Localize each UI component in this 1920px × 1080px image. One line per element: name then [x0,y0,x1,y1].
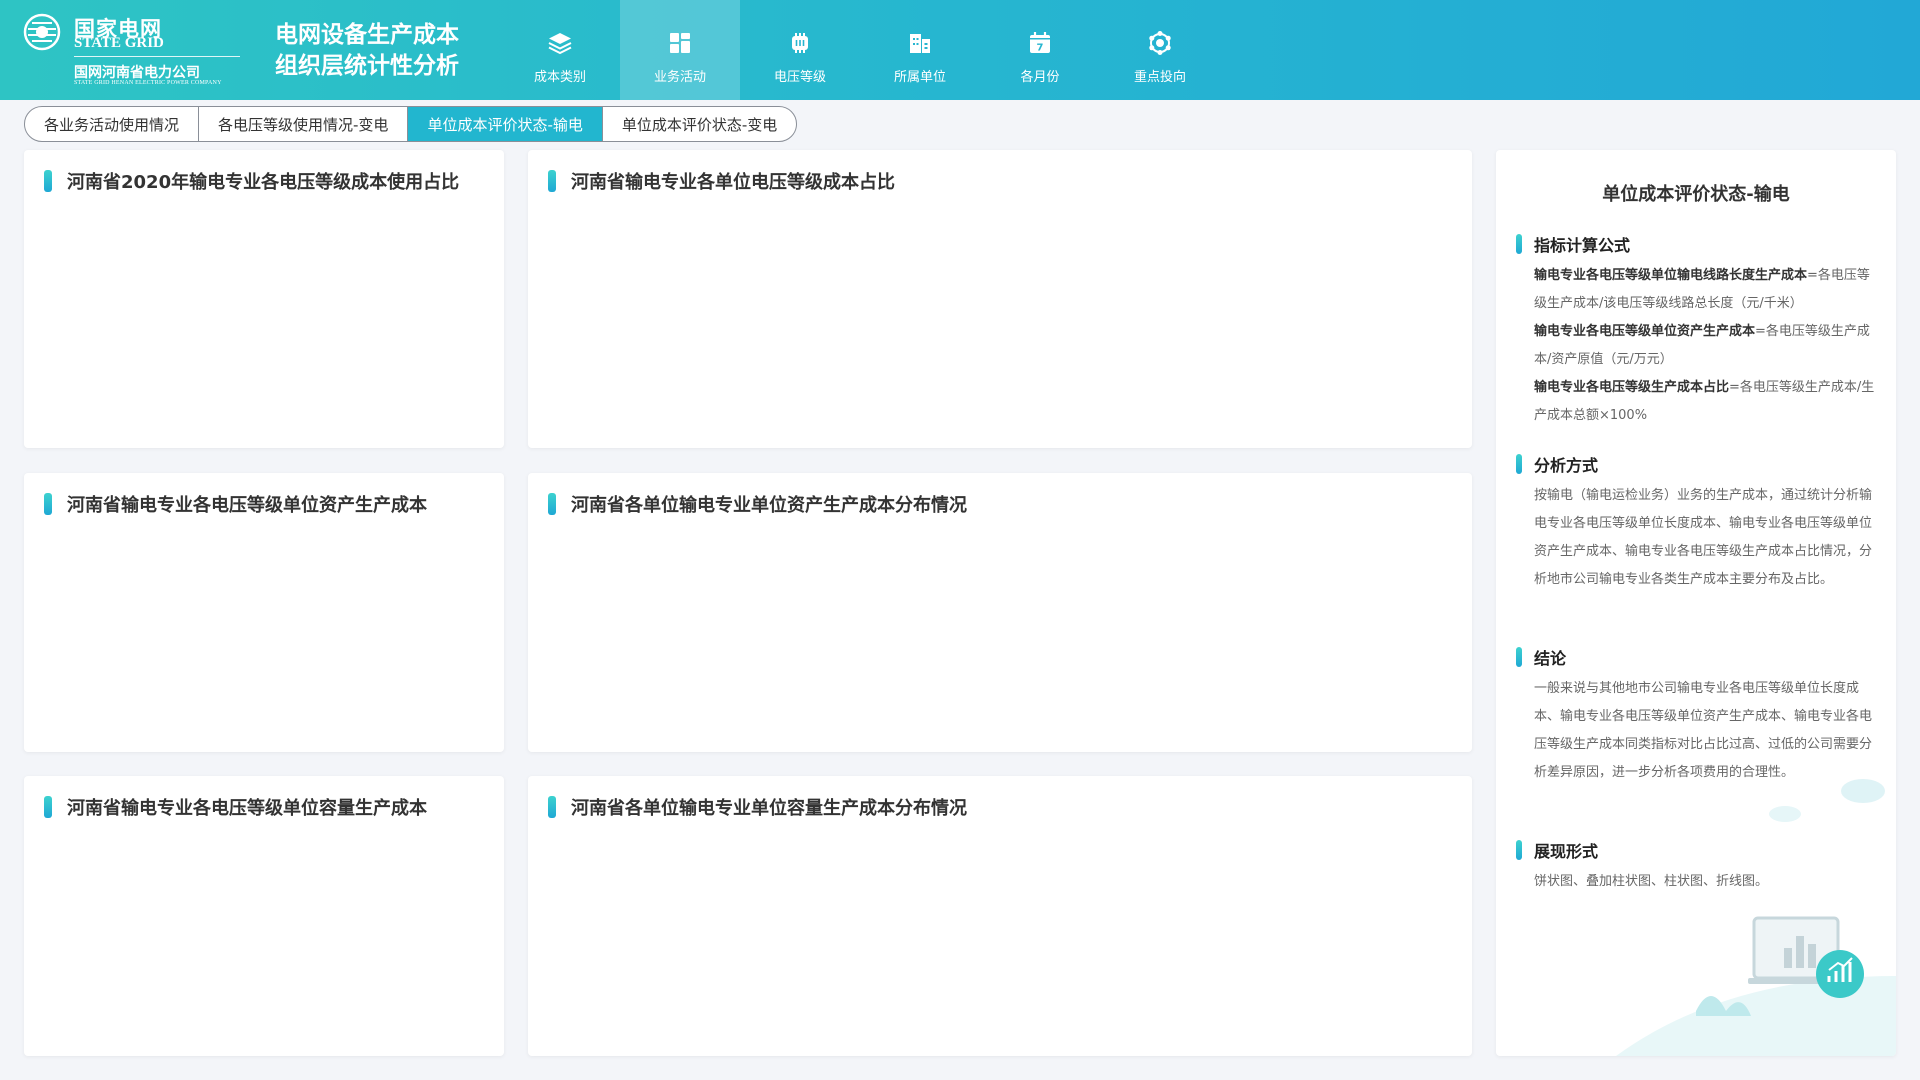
nav-item-affiliated-unit[interactable]: 所属单位 [860,0,980,100]
section-conclusion: 结论 一般来说与其他地市公司输电专业各电压等级单位长度成本、输电专业各电压等级单… [1516,645,1876,787]
panel-title: 单位成本评价状态-输电 [1602,184,1790,205]
state-grid-logo[interactable]: 国家电网 STATE GRID 国网河南省电力公司 STATE GRID HEN… [22,12,242,88]
title-accent-bar [44,493,52,515]
nav-item-key-investment[interactable]: 重点投向 [1100,0,1220,100]
formula-item: 输电专业各电压等级单位输电线路长度生产成本=各电压等级生产成本/该电压等级线路总… [1534,262,1876,318]
calendar-day: 7 [1037,43,1044,54]
state-grid-emblem-icon [23,13,61,51]
section-display-form: 展现形式 饼状图、叠加柱状图、柱状图、折线图。 [1516,838,1876,896]
analytics-illustration [1616,779,1896,1056]
hub-icon [1149,31,1171,55]
app-title: 电网设备生产成本 组织层统计性分析 [275,20,459,82]
formula-term: 输电专业各电压等级单位资产生产成本 [1534,324,1756,339]
app-title-line1: 电网设备生产成本 [275,22,459,48]
tab-business-activity-usage[interactable]: 各业务活动使用情况 [25,107,200,141]
section-analysis-method: 分析方式 按输电（输电运检业务）业务的生产成本，通过统计分析输电专业各电压等级单… [1516,452,1876,594]
section-text: 饼状图、叠加柱状图、柱状图、折线图。 [1534,874,1769,889]
chart-card-unit-voltage-cost-share: 河南省输电专业各单位电压等级成本占比 [528,150,1472,448]
nav-label: 成本类别 [533,70,586,85]
sub-tab-bar: 各业务活动使用情况 各电压等级使用情况-变电 单位成本评价状态-输电 单位成本评… [24,106,798,142]
formula-item: 输电专业各电压等级单位资产生产成本=各电压等级生产成本/资产原值（元/万元） [1534,318,1876,374]
building-icon [910,34,930,53]
nav-label: 重点投向 [1133,70,1186,85]
tab-unit-cost-transmission[interactable]: 单位成本评价状态-输电 [408,107,603,141]
brand-subsidiary-en: STATE GRID HENAN ELECTRIC POWER COMPANY [74,80,222,86]
nav-item-cost-category[interactable]: 成本类别 [500,0,620,100]
section-accent-bar [1516,454,1522,474]
tab-voltage-usage-substation[interactable]: 各电压等级使用情况-变电 [199,107,409,141]
formula-item: 输电专业各电压等级生产成本占比=各电压等级生产成本/生产成本总额×100% [1534,374,1876,430]
title-accent-bar [548,170,556,192]
chart-card-capacity-unit-cost-distribution: 河南省各单位输电专业单位容量生产成本分布情况 [528,776,1472,1056]
nav-label: 所属单位 [893,70,946,85]
layers-icon [548,33,572,55]
card-title: 河南省2020年输电专业各电压等级成本使用占比 [67,172,460,193]
title-accent-bar [44,796,52,818]
chip-icon [792,33,808,53]
card-title: 河南省输电专业各电压等级单位容量生产成本 [67,798,427,819]
title-accent-bar [548,796,556,818]
app-title-line2: 组织层统计性分析 [275,53,459,79]
app-header: 国家电网 STATE GRID 国网河南省电力公司 STATE GRID HEN… [0,0,1920,100]
chart-card-asset-unit-cost: 河南省输电专业各电压等级单位资产生产成本 [24,473,504,752]
nav-item-voltage-level[interactable]: 电压等级 [740,0,860,100]
nav-label: 电压等级 [773,70,826,85]
chart-card-capacity-unit-cost: 河南省输电专业各电压等级单位容量生产成本 [24,776,504,1056]
title-accent-bar [44,170,52,192]
section-heading: 分析方式 [1534,456,1599,475]
formula-term: 输电专业各电压等级单位输电线路长度生产成本 [1534,268,1808,283]
chart-card-asset-unit-cost-distribution: 河南省各单位输电专业单位资产生产成本分布情况 [528,473,1472,752]
calendar-icon: 7 [1030,32,1050,54]
section-heading: 展现形式 [1534,842,1599,861]
section-accent-bar [1516,840,1522,860]
card-title: 河南省输电专业各单位电压等级成本占比 [571,172,895,193]
card-title: 河南省输电专业各电压等级单位资产生产成本 [67,495,427,516]
nav-item-business-activity[interactable]: 业务活动 [620,0,740,100]
section-accent-bar [1516,647,1522,667]
main-nav: 成本类别 业务活动 电压等级 所属单位 7 各月份 重点投向 [500,0,1220,100]
logo-divider [74,56,240,57]
brand-subsidiary-cn: 国网河南省电力公司 [74,65,200,81]
chart-card-voltage-cost-share: 河南省2020年输电专业各电压等级成本使用占比 [24,150,504,448]
formula-term: 输电专业各电压等级生产成本占比 [1534,380,1730,395]
section-text: 一般来说与其他地市公司输电专业各电压等级单位长度成本、输电专业各电压等级单位资产… [1534,681,1873,780]
card-title: 河南省各单位输电专业单位资产生产成本分布情况 [571,495,967,516]
card-title: 河南省各单位输电专业单位容量生产成本分布情况 [571,798,967,819]
tab-unit-cost-substation[interactable]: 单位成本评价状态-变电 [603,107,796,141]
section-text: 按输电（输电运检业务）业务的生产成本，通过统计分析输电专业各电压等级单位长度成本… [1534,488,1873,587]
section-formula: 指标计算公式 输电专业各电压等级单位输电线路长度生产成本=各电压等级生产成本/该… [1516,232,1876,430]
description-panel: 单位成本评价状态-输电 指标计算公式 输电专业各电压等级单位输电线路长度生产成本… [1496,150,1896,1056]
section-heading: 结论 [1534,649,1567,668]
nav-item-monthly[interactable]: 7 各月份 [980,0,1100,100]
brand-name-en: STATE GRID [74,35,164,51]
nav-label: 业务活动 [653,70,706,85]
section-heading: 指标计算公式 [1534,236,1631,255]
dashboard-icon [670,33,690,53]
title-accent-bar [548,493,556,515]
section-accent-bar [1516,234,1522,254]
nav-label: 各月份 [1020,70,1060,85]
